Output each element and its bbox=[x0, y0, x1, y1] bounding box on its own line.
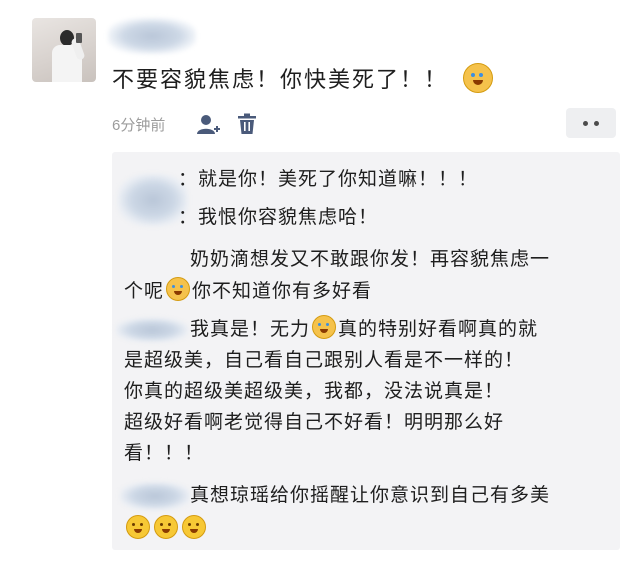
comment-2: ：我恨你容貌焦虑哈！ bbox=[178, 202, 378, 232]
comment-text: 看！！！ bbox=[124, 442, 205, 464]
comment-text: ：就是你！美死了你知道嘛！！！ bbox=[178, 168, 479, 190]
comment-4: 我真是！无力 真的特别好看啊真的就 bbox=[190, 314, 538, 344]
laughing-cry-emoji bbox=[154, 515, 178, 539]
more-options-button[interactable] bbox=[566, 108, 616, 138]
comment-3: 奶奶滴想发又不敢跟你发！再容貌焦虑一 bbox=[190, 244, 550, 274]
comment-text: 真想琼瑶给你摇醒让你意识到自己有多美 bbox=[190, 484, 551, 506]
post-text-content: 不要容貌焦虑！你快美死了！！ bbox=[112, 68, 449, 93]
person-icon[interactable] bbox=[195, 113, 221, 135]
comment-4-line-5: 看！！！ bbox=[124, 438, 204, 468]
comment-text: 是超级美，自己看自己跟别人看是不一样的！ bbox=[124, 349, 525, 371]
comment-text: 我真是！无力 bbox=[190, 318, 311, 340]
comments-panel: ：就是你！美死了你知道嘛！！！ ：我恨你容貌焦虑哈！ 奶奶滴想发又不敢跟你发！再… bbox=[112, 152, 620, 550]
comment-text: ：我恨你容貌焦虑哈！ bbox=[178, 206, 379, 228]
comment-4-line-4: 超级好看啊老觉得自己不好看！明明那么好 bbox=[124, 407, 504, 437]
tear-face-emoji bbox=[312, 315, 337, 339]
more-dots-icon bbox=[583, 120, 588, 126]
post-meta-row: 6分钟前 bbox=[112, 112, 257, 136]
avatar-figure-phone bbox=[76, 33, 82, 43]
post-text: 不要容貌焦虑！你快美死了！！ bbox=[112, 62, 495, 94]
tear-face-emoji bbox=[463, 63, 494, 93]
comment-text: 奶奶滴想发又不敢跟你发！再容貌焦虑一 bbox=[190, 248, 551, 270]
more-dots-icon bbox=[594, 120, 599, 126]
laughing-cry-emoji bbox=[182, 515, 206, 539]
comment-text: 真的特别好看啊真的就 bbox=[338, 318, 539, 340]
tear-face-emoji bbox=[166, 277, 191, 301]
comment-4-line-3: 你真的超级美超级美，我都，没法说真是！ bbox=[124, 376, 504, 406]
comment-4-line-2: 是超级美，自己看自己跟别人看是不一样的！ bbox=[124, 345, 524, 375]
commenter-name-redacted[interactable] bbox=[120, 482, 190, 510]
timestamp: 6分钟前 bbox=[112, 116, 166, 134]
avatar[interactable] bbox=[32, 18, 96, 82]
comment-text: 你真的超级美超级美，我都，没法说真是！ bbox=[124, 380, 505, 402]
comment-3-line-2: 个呢 你不知道你有多好看 bbox=[124, 276, 372, 306]
comment-1: ：就是你！美死了你知道嘛！！！ bbox=[178, 164, 478, 194]
comment-text: 个呢 bbox=[124, 280, 165, 302]
comment-5-emojis bbox=[124, 514, 208, 544]
commenter-name-redacted[interactable] bbox=[116, 318, 188, 342]
comment-text: 你不知道你有多好看 bbox=[192, 280, 373, 302]
trash-icon[interactable] bbox=[237, 113, 257, 135]
username-redacted[interactable] bbox=[108, 18, 196, 54]
comment-5: 真想琼瑶给你摇醒让你意识到自己有多美 bbox=[190, 480, 550, 510]
laughing-cry-emoji bbox=[126, 515, 150, 539]
comment-text: 超级好看啊老觉得自己不好看！明明那么好 bbox=[124, 411, 505, 433]
